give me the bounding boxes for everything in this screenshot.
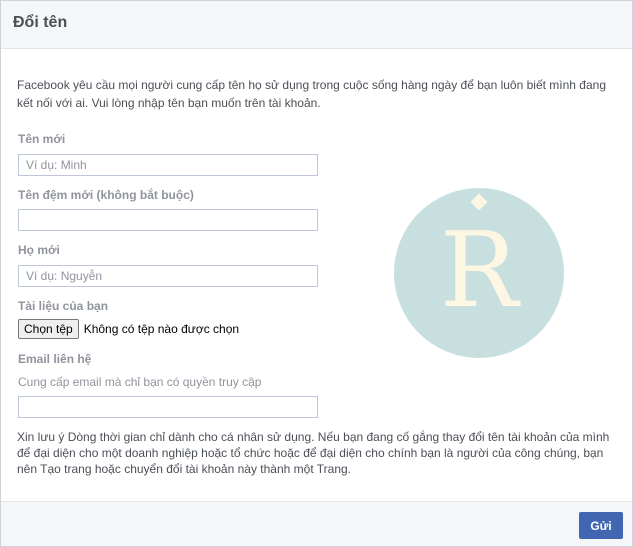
- first-name-input[interactable]: [18, 154, 318, 176]
- choose-file-button[interactable]: Chọn tệp: [18, 319, 79, 339]
- middle-name-input[interactable]: [18, 209, 318, 231]
- email-hint: Cung cấp email mà chỉ bạn có quyền truy …: [18, 375, 262, 389]
- watermark-letter: R: [440, 209, 521, 331]
- file-status: Không có tệp nào được chọn: [83, 322, 240, 336]
- intro-text: Facebook yêu cầu mọi người cung cấp tên …: [17, 78, 607, 110]
- last-name-label: Họ mới: [18, 243, 60, 257]
- file-picker: Chọn tệp Không có tệp nào được chọn: [18, 319, 239, 339]
- last-name-input[interactable]: [18, 265, 318, 287]
- email-input[interactable]: [18, 396, 318, 418]
- email-label: Email liên hệ: [18, 352, 92, 366]
- dialog-header: Đổi tên: [1, 1, 632, 49]
- document-label: Tài liệu của bạn: [18, 299, 109, 313]
- timeline-note: Xin lưu ý Dòng thời gian chỉ dành cho cá…: [17, 430, 610, 476]
- first-name-label: Tên mới: [18, 132, 66, 146]
- watermark-logo: R: [394, 188, 564, 358]
- submit-button[interactable]: Gửi: [579, 512, 623, 539]
- dialog-title: Đổi tên: [13, 14, 68, 31]
- dialog-footer: Gửi: [1, 501, 632, 546]
- middle-name-label: Tên đệm mới (không bắt buộc): [18, 188, 194, 202]
- watermark-logo-icon: R: [394, 188, 564, 358]
- change-name-dialog: Đổi tên Facebook yêu cầu mọi người cung …: [0, 0, 633, 547]
